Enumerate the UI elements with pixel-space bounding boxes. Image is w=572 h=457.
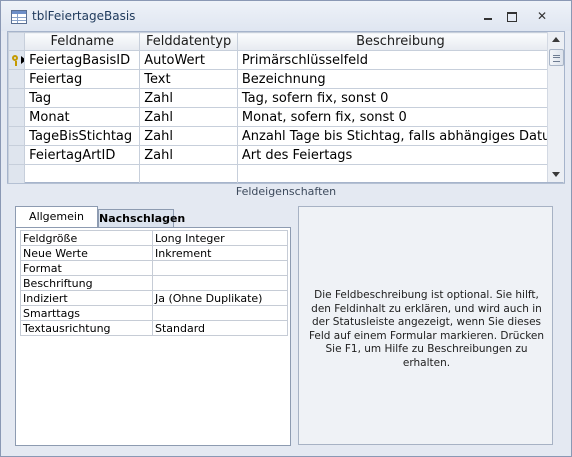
row-selector[interactable] — [7, 50, 26, 70]
property-row[interactable]: Neue Werte Inkrement — [20, 245, 288, 261]
table-row[interactable]: FeiertagBasisID AutoWert Primärschlüssel… — [7, 50, 565, 70]
field-table: Feldname Felddatentyp Beschreibung Feier… — [7, 32, 565, 184]
property-label: Format — [20, 260, 153, 276]
property-label: Indiziert — [20, 290, 153, 306]
data-type-cell[interactable] — [139, 164, 238, 184]
column-header-fieldname[interactable]: Feldname — [24, 32, 141, 51]
field-grid: Feldname Felddatentyp Beschreibung Feier… — [7, 31, 565, 184]
row-pointer-icon — [21, 56, 24, 64]
property-label: Feldgröße — [20, 230, 153, 246]
row-selector[interactable] — [7, 145, 26, 165]
table-row-new[interactable] — [7, 164, 565, 184]
row-selector[interactable] — [7, 126, 26, 146]
field-name-cell[interactable] — [24, 164, 141, 184]
window-title: tblFeiertageBasis — [32, 9, 136, 23]
table-row[interactable]: Feiertag Text Bezeichnung — [7, 69, 565, 89]
properties-table: Feldgröße Long Integer Neue Werte Inkrem… — [20, 230, 288, 336]
property-row[interactable]: Textausrichtung Standard — [20, 320, 288, 336]
property-value[interactable] — [152, 275, 288, 291]
property-value[interactable]: Long Integer — [152, 230, 288, 246]
row-selector[interactable] — [7, 88, 26, 108]
close-button[interactable]: ✕ — [531, 8, 553, 24]
help-panel: Die Feldbeschreibung ist optional. Sie h… — [298, 206, 553, 445]
scroll-up-icon[interactable] — [549, 32, 564, 48]
field-name-cell[interactable]: Tag — [24, 88, 141, 108]
table-row[interactable]: Tag Zahl Tag, sofern fix, sonst 0 — [7, 88, 565, 108]
description-cell[interactable] — [236, 164, 565, 184]
column-header-datatype[interactable]: Felddatentyp — [139, 32, 238, 51]
data-type-cell[interactable]: Zahl — [139, 107, 238, 127]
row-selector[interactable] — [7, 69, 26, 89]
description-cell[interactable]: Bezeichnung — [236, 69, 565, 89]
property-value[interactable]: Inkrement — [152, 245, 288, 261]
maximize-button[interactable] — [501, 8, 523, 24]
tab-nachschlagen[interactable]: Nachschlagen — [98, 209, 185, 228]
description-cell[interactable]: Anzahl Tage bis Stichtag, falls abhängig… — [236, 126, 565, 146]
property-row[interactable]: Indiziert Ja (Ohne Duplikate) — [20, 290, 288, 306]
minimize-button[interactable] — [477, 8, 499, 24]
table-row[interactable]: FeiertagArtID Zahl Art des Feiertags — [7, 145, 565, 165]
property-label: Smarttags — [20, 305, 153, 321]
property-value[interactable] — [152, 305, 288, 321]
property-label: Textausrichtung — [20, 320, 153, 336]
row-selector[interactable] — [7, 107, 26, 127]
field-properties-tabs: Allgemein Nachschlagen Feldgröße Long In… — [15, 206, 291, 446]
table-row[interactable]: TageBisStichtag Zahl Anzahl Tage bis Sti… — [7, 126, 565, 146]
general-tab-panel: Feldgröße Long Integer Neue Werte Inkrem… — [15, 227, 291, 446]
property-label: Beschriftung — [20, 275, 153, 291]
data-type-cell[interactable]: AutoWert — [139, 50, 238, 70]
field-properties-label: Feldeigenschaften — [7, 183, 565, 199]
field-name-cell[interactable]: FeiertagBasisID — [24, 50, 141, 70]
data-type-cell[interactable]: Text — [139, 69, 238, 89]
data-type-cell[interactable]: Zahl — [139, 126, 238, 146]
title-bar[interactable]: tblFeiertageBasis ✕ — [1, 1, 571, 31]
description-cell[interactable]: Art des Feiertags — [236, 145, 565, 165]
field-name-cell[interactable]: Feiertag — [24, 69, 141, 89]
field-name-cell[interactable]: FeiertagArtID — [24, 145, 141, 165]
row-selector[interactable] — [7, 164, 26, 184]
row-selector-header — [7, 32, 26, 51]
property-row[interactable]: Feldgröße Long Integer — [20, 230, 288, 246]
property-row[interactable]: Beschriftung — [20, 275, 288, 291]
scroll-down-icon[interactable] — [549, 166, 564, 182]
property-row[interactable]: Smarttags — [20, 305, 288, 321]
scroll-thumb[interactable] — [549, 49, 564, 66]
field-name-cell[interactable]: TageBisStichtag — [24, 126, 141, 146]
table-icon — [11, 10, 27, 24]
property-value[interactable] — [152, 260, 288, 276]
table-row[interactable]: Monat Zahl Monat, sofern fix, sonst 0 — [7, 107, 565, 127]
property-row[interactable]: Format — [20, 260, 288, 276]
description-cell[interactable]: Primärschlüsselfeld — [236, 50, 565, 70]
data-type-cell[interactable]: Zahl — [139, 145, 238, 165]
property-value[interactable]: Ja (Ohne Duplikate) — [152, 290, 288, 306]
property-label: Neue Werte — [20, 245, 153, 261]
vertical-scrollbar[interactable] — [547, 32, 564, 182]
property-value[interactable]: Standard — [152, 320, 288, 336]
tab-allgemein[interactable]: Allgemein — [15, 206, 98, 228]
data-type-cell[interactable]: Zahl — [139, 88, 238, 108]
help-text: Die Feldbeschreibung ist optional. Sie h… — [308, 289, 545, 369]
field-name-cell[interactable]: Monat — [24, 107, 141, 127]
description-cell[interactable]: Tag, sofern fix, sonst 0 — [236, 88, 565, 108]
table-design-window: tblFeiertageBasis ✕ Feldname Felddatenty… — [0, 0, 572, 457]
column-header-description[interactable]: Beschreibung — [236, 32, 565, 51]
description-cell[interactable]: Monat, sofern fix, sonst 0 — [236, 107, 565, 127]
